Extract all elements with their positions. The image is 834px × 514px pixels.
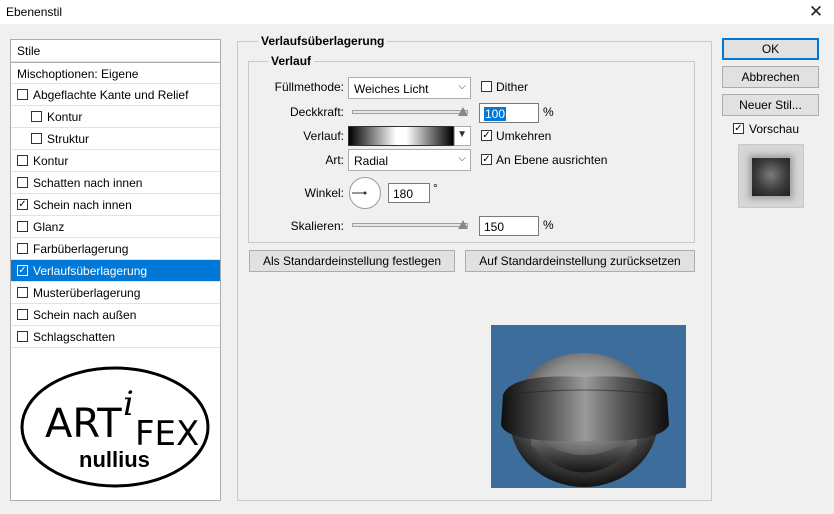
angle-dial[interactable]: [348, 176, 382, 210]
dither-label: Dither: [496, 80, 529, 94]
opacity-slider-thumb[interactable]: [458, 107, 468, 116]
scale-unit: %: [543, 218, 554, 232]
preview-render: [491, 325, 686, 488]
triangle-down-icon: ▼: [457, 129, 467, 140]
style-item-checkbox[interactable]: [17, 309, 28, 320]
scale-label: Skalieren:: [290, 219, 344, 233]
style-item[interactable]: ✓ Schein nach innen: [11, 194, 220, 216]
opacity-value: 100: [484, 107, 507, 121]
preview-checkbox[interactable]: ✓: [733, 123, 744, 134]
chevron-down-icon: ⌵: [458, 81, 466, 92]
style-item-label: Kontur: [47, 110, 83, 124]
blend-options-label: Mischoptionen: Eigene: [17, 67, 139, 81]
style-item-label: Abgeflachte Kante und Relief: [33, 88, 189, 102]
style-item-label: Schlagschatten: [33, 330, 116, 344]
blend-mode-value: Weiches Licht: [354, 82, 429, 96]
opacity-input[interactable]: 100: [479, 103, 539, 123]
dither-checkbox[interactable]: [481, 81, 492, 92]
style-item-checkbox[interactable]: [17, 243, 28, 254]
styles-list: Stile Mischoptionen: Eigene Abgeflachte …: [10, 39, 221, 501]
title-bar: Ebenenstil ✕: [0, 0, 834, 24]
angle-label: Winkel:: [304, 186, 344, 200]
opacity-label: Deckkraft:: [289, 105, 344, 119]
style-select[interactable]: Radial ⌵: [348, 149, 471, 171]
align-label: An Ebene ausrichten: [496, 153, 608, 167]
style-item-checkbox[interactable]: ✓: [17, 199, 28, 210]
scale-slider-track[interactable]: [352, 223, 468, 227]
style-item-label: Schein nach außen: [33, 308, 137, 322]
style-item[interactable]: Schein nach außen: [11, 304, 220, 326]
style-item-checkbox[interactable]: ✓: [17, 265, 28, 276]
gradient-label: Verlauf:: [303, 129, 344, 143]
style-item-checkbox[interactable]: [17, 287, 28, 298]
reverse-checkbox[interactable]: ✓: [481, 130, 492, 141]
style-item-checkbox[interactable]: [31, 133, 42, 144]
art-i-fex-logo: ART i FEX nullius: [20, 366, 210, 488]
cancel-button[interactable]: Abbrechen: [722, 66, 819, 88]
angle-unit: °: [433, 181, 438, 195]
styles-header-label: Stile: [17, 44, 41, 58]
styles-header[interactable]: Stile: [11, 40, 220, 62]
logo-i-text: i: [123, 384, 134, 424]
close-icon[interactable]: ✕: [806, 2, 826, 22]
style-item-label: Musterüberlagerung: [33, 286, 141, 300]
style-item-checkbox[interactable]: [17, 331, 28, 342]
style-item-checkbox[interactable]: [17, 89, 28, 100]
style-item[interactable]: Kontur: [11, 150, 220, 172]
preview-label: Vorschau: [749, 122, 800, 136]
style-item-label: Kontur: [33, 154, 69, 168]
angle-input[interactable]: 180: [388, 183, 430, 203]
style-item[interactable]: Schatten nach innen: [11, 172, 220, 194]
style-value: Radial: [354, 154, 389, 168]
chevron-down-icon: ⌵: [458, 153, 466, 164]
scale-slider-thumb[interactable]: [458, 220, 468, 229]
gradient-group-title: Verlauf: [268, 54, 315, 68]
scale-value: 150: [484, 220, 505, 234]
sphere-with-ring-image: [501, 353, 669, 487]
opacity-slider-track[interactable]: [352, 110, 468, 114]
style-item-label: Schatten nach innen: [33, 176, 143, 190]
blend-mode-select[interactable]: Weiches Licht ⌵: [348, 77, 471, 99]
logo-art-text: ART: [45, 401, 122, 447]
style-item[interactable]: Struktur: [11, 128, 220, 150]
style-item-label: Schein nach innen: [33, 198, 132, 212]
style-item[interactable]: ✓ Verlaufsüberlagerung: [11, 260, 220, 282]
style-item-label: Farbüberlagerung: [33, 242, 129, 256]
style-item[interactable]: Abgeflachte Kante und Relief: [11, 84, 220, 106]
thumbnail-swatch: [752, 158, 790, 196]
scale-input[interactable]: 150: [479, 216, 539, 236]
style-thumbnail: [738, 144, 804, 208]
window-title: Ebenenstil: [6, 5, 63, 19]
gradient-overlay-title: Verlaufsüberlagerung: [258, 34, 388, 48]
gradient-dropdown[interactable]: ▼: [454, 126, 471, 146]
style-item[interactable]: Musterüberlagerung: [11, 282, 220, 304]
style-item-checkbox[interactable]: [31, 111, 42, 122]
style-item-checkbox[interactable]: [17, 155, 28, 166]
logo-nullius-text: nullius: [79, 447, 150, 472]
blend-mode-label: Füllmethode:: [274, 80, 344, 94]
style-item-label: Verlaufsüberlagerung: [33, 264, 148, 278]
gradient-swatch[interactable]: [348, 126, 454, 146]
opacity-unit: %: [543, 105, 554, 119]
reverse-label: Umkehren: [496, 129, 552, 143]
new-style-button[interactable]: Neuer Stil...: [722, 94, 819, 116]
ok-button[interactable]: OK: [722, 38, 819, 60]
style-item[interactable]: Farbüberlagerung: [11, 238, 220, 260]
style-item[interactable]: Schlagschatten: [11, 326, 220, 348]
blend-options-item[interactable]: Mischoptionen: Eigene: [11, 62, 220, 84]
make-default-button[interactable]: Als Standardeinstellung festlegen: [249, 250, 455, 272]
style-item[interactable]: Glanz: [11, 216, 220, 238]
style-item-label: Glanz: [33, 220, 65, 234]
style-item[interactable]: Kontur: [11, 106, 220, 128]
style-item-label: Struktur: [47, 132, 90, 146]
style-item-checkbox[interactable]: [17, 221, 28, 232]
style-item-checkbox[interactable]: [17, 177, 28, 188]
align-checkbox[interactable]: ✓: [481, 154, 492, 165]
angle-value: 180: [393, 187, 414, 201]
style-label: Art:: [325, 153, 344, 167]
reset-default-button[interactable]: Auf Standardeinstellung zurücksetzen: [465, 250, 695, 272]
